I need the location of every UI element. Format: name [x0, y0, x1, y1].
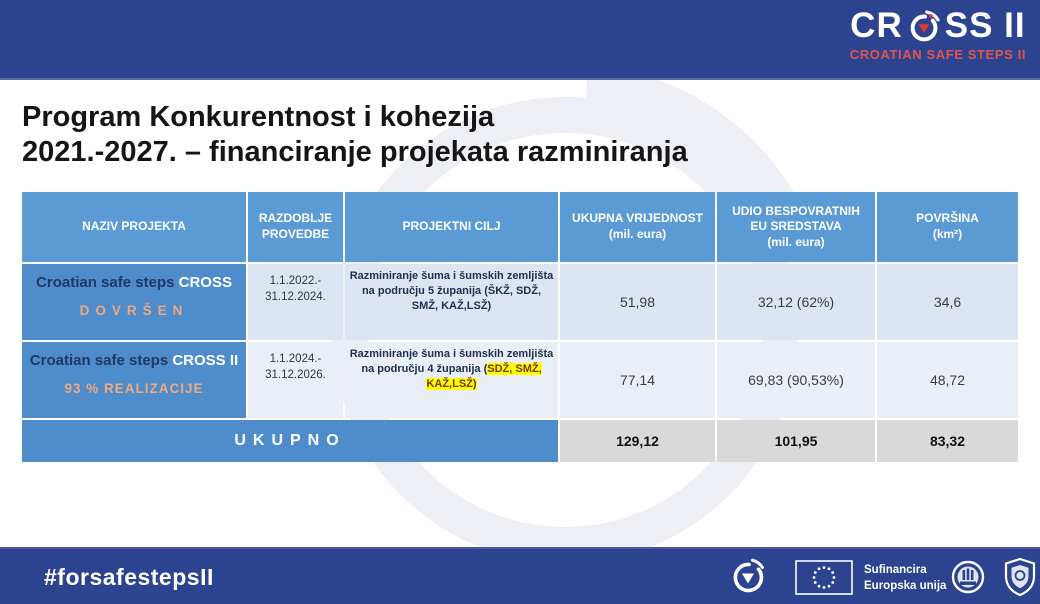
project-name: Croatian safe steps CROSS [36, 274, 232, 291]
goal-text: Razminiranje šuma i šumskih zemljišta na… [350, 270, 554, 312]
project-period: 1.1.2022.- 31.12.2024. [248, 264, 343, 340]
project-goal: Razminiranje šuma i šumskih zemljišta na… [345, 264, 558, 340]
project-goal: Razminiranje šuma i šumskih zemljišta na… [345, 342, 558, 418]
project-status: DOVRŠEN [80, 303, 189, 318]
mine-circle-icon [905, 6, 943, 46]
project-name-prefix: Croatian safe steps [30, 352, 173, 369]
col-header-area: POVRŠINA (km²) [877, 192, 1018, 262]
project-eu-share: 69,83 (90,53%) [717, 342, 875, 418]
table-row-cross2-name: Croatian safe steps CROSS II 93 % REALIZ… [22, 342, 246, 418]
hashtag-label: #forsafestepsII [44, 564, 214, 591]
eu-funding-label: Sufinancira Europska unija [864, 563, 946, 594]
project-name-prefix: Croatian safe steps [36, 274, 179, 291]
col-header-goal: PROJEKTNI CILJ [345, 192, 558, 262]
slide-title: Program Konkurentnost i kohezija 2021.-2… [22, 100, 688, 170]
total-row-label: UKUPNO [22, 420, 558, 462]
total-eu-share: 101,95 [717, 420, 875, 462]
top-bar: CR SS II CROATIAN SAFE STEPS II [0, 0, 1040, 80]
project-status: 93 % REALIZACIJE [64, 381, 203, 396]
col-header-eu-share: UDIO BESPOVRATNIH EU SREDSTAVA (mil. eur… [717, 192, 875, 262]
project-total-value: 77,14 [560, 342, 715, 418]
project-name: Croatian safe steps CROSS II [30, 352, 238, 369]
project-period: 1.1.2024.- 31.12.2026. [248, 342, 343, 418]
col-header-period: RAZDOBLJE PROVEDBE [248, 192, 343, 262]
project-area: 34,6 [877, 264, 1018, 340]
total-area: 83,32 [877, 420, 1018, 462]
slide-title-line1: Program Konkurentnost i kohezija [22, 100, 688, 135]
eu-flag-icon [795, 560, 853, 595]
cross-ii-logo: CR SS II CROATIAN SAFE STEPS II [850, 6, 1026, 62]
civil-protection-shield-icon [1003, 557, 1037, 597]
total-value: 129,12 [560, 420, 715, 462]
hcr-emblem-icon [948, 557, 988, 597]
project-total-value: 51,98 [560, 264, 715, 340]
cross-circle-icon [728, 557, 768, 597]
col-header-project-name: NAZIV PROJEKTA [22, 192, 246, 262]
project-area: 48,72 [877, 342, 1018, 418]
col-header-total-value: UKUPNA VRIJEDNOST (mil. eura) [560, 192, 715, 262]
footer-bar: #forsafestepsII Sufinancira Europska uni… [0, 547, 1040, 604]
project-name-code: CROSS [179, 274, 232, 291]
slide-title-line2: 2021.-2027. – financiranje projekata raz… [22, 135, 688, 170]
logo-text-prefix: CR [850, 6, 903, 46]
slide: CR SS II CROATIAN SAFE STEPS II Program … [0, 0, 1040, 604]
project-name-code: CROSS II [172, 352, 238, 369]
table-row-cross-name: Croatian safe steps CROSS DOVRŠEN [22, 264, 246, 340]
project-eu-share: 32,12 (62%) [717, 264, 875, 340]
logo-text-suffix: SS II [945, 6, 1026, 46]
projects-table: NAZIV PROJEKTA RAZDOBLJE PROVEDBE PROJEK… [22, 192, 1018, 462]
logo-wordmark: CR SS II [850, 6, 1025, 46]
logo-subtitle: CROATIAN SAFE STEPS II [850, 47, 1026, 62]
